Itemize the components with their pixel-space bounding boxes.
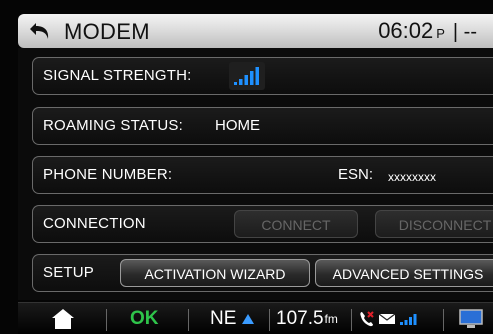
roaming-status-label: ROAMING STATUS: [43,117,183,134]
signal-bars-icon [234,67,259,85]
screen-button[interactable] [458,303,484,334]
connection-row: CONNECTION CONNECT DISCONNECT [32,205,493,243]
esn-value: xxxxxxxx [388,170,436,184]
modem-screen: MODEM 06:02 P | -- SIGNAL STRENGTH: ROAM… [0,0,493,334]
setup-row: SETUP ACTIVATION WIZARD ADVANCED SETTING… [32,254,493,292]
status-ok: OK [130,303,159,334]
clock: 06:02 P | -- [378,17,477,48]
status-divider [443,309,444,331]
status-divider [269,309,270,331]
phone-number-label: PHONE NUMBER: [43,166,173,183]
status-divider [106,309,107,331]
advanced-settings-button[interactable]: ADVANCED SETTINGS [315,259,493,287]
phone-status [359,303,421,334]
status-bar: OK NE 107.5 fm [18,302,493,334]
disconnect-button[interactable]: DISCONNECT [375,210,493,238]
signal-strength-row: SIGNAL STRENGTH: [32,57,493,95]
esn-label: ESN: [338,166,374,183]
roaming-status-value: HOME [215,117,260,134]
signal-strength-indicator [229,62,265,90]
title-bar: MODEM 06:02 P | -- [18,14,493,48]
triangle-up-icon [242,314,255,324]
phone-icon [360,311,374,327]
compass-heading: NE [210,308,237,329]
monitor-icon [459,309,483,328]
frequency-value: 107.5 [276,308,324,329]
envelope-icon [378,313,396,324]
compass: NE [210,303,256,334]
roaming-status-row: ROAMING STATUS: HOME [32,107,493,145]
page-title: MODEM [64,19,150,44]
back-button[interactable] [28,19,54,43]
connection-label: CONNECTION [43,215,146,232]
status-divider [188,309,189,331]
radio-frequency: 107.5 fm [276,303,338,334]
connect-button[interactable]: CONNECT [234,210,358,238]
status-divider [351,309,352,331]
ok-text: OK [130,308,159,329]
frequency-band: fm [324,312,338,326]
clock-time: 06:02 [378,18,434,43]
signal-bars-icon [400,314,417,325]
home-icon [52,309,74,329]
modem-panel: SIGNAL STRENGTH: ROAMING STATUS: HOME PH… [18,48,493,300]
home-button[interactable] [50,303,76,334]
activation-wizard-button[interactable]: ACTIVATION WIZARD [120,259,310,287]
back-arrow-icon [30,23,49,39]
clock-ampm: P [436,26,445,41]
phone-number-row: PHONE NUMBER: ESN: xxxxxxxx [32,156,493,194]
setup-label: SETUP [43,264,95,281]
signal-strength-label: SIGNAL STRENGTH: [43,67,192,84]
clock-separator: | -- [452,21,477,43]
